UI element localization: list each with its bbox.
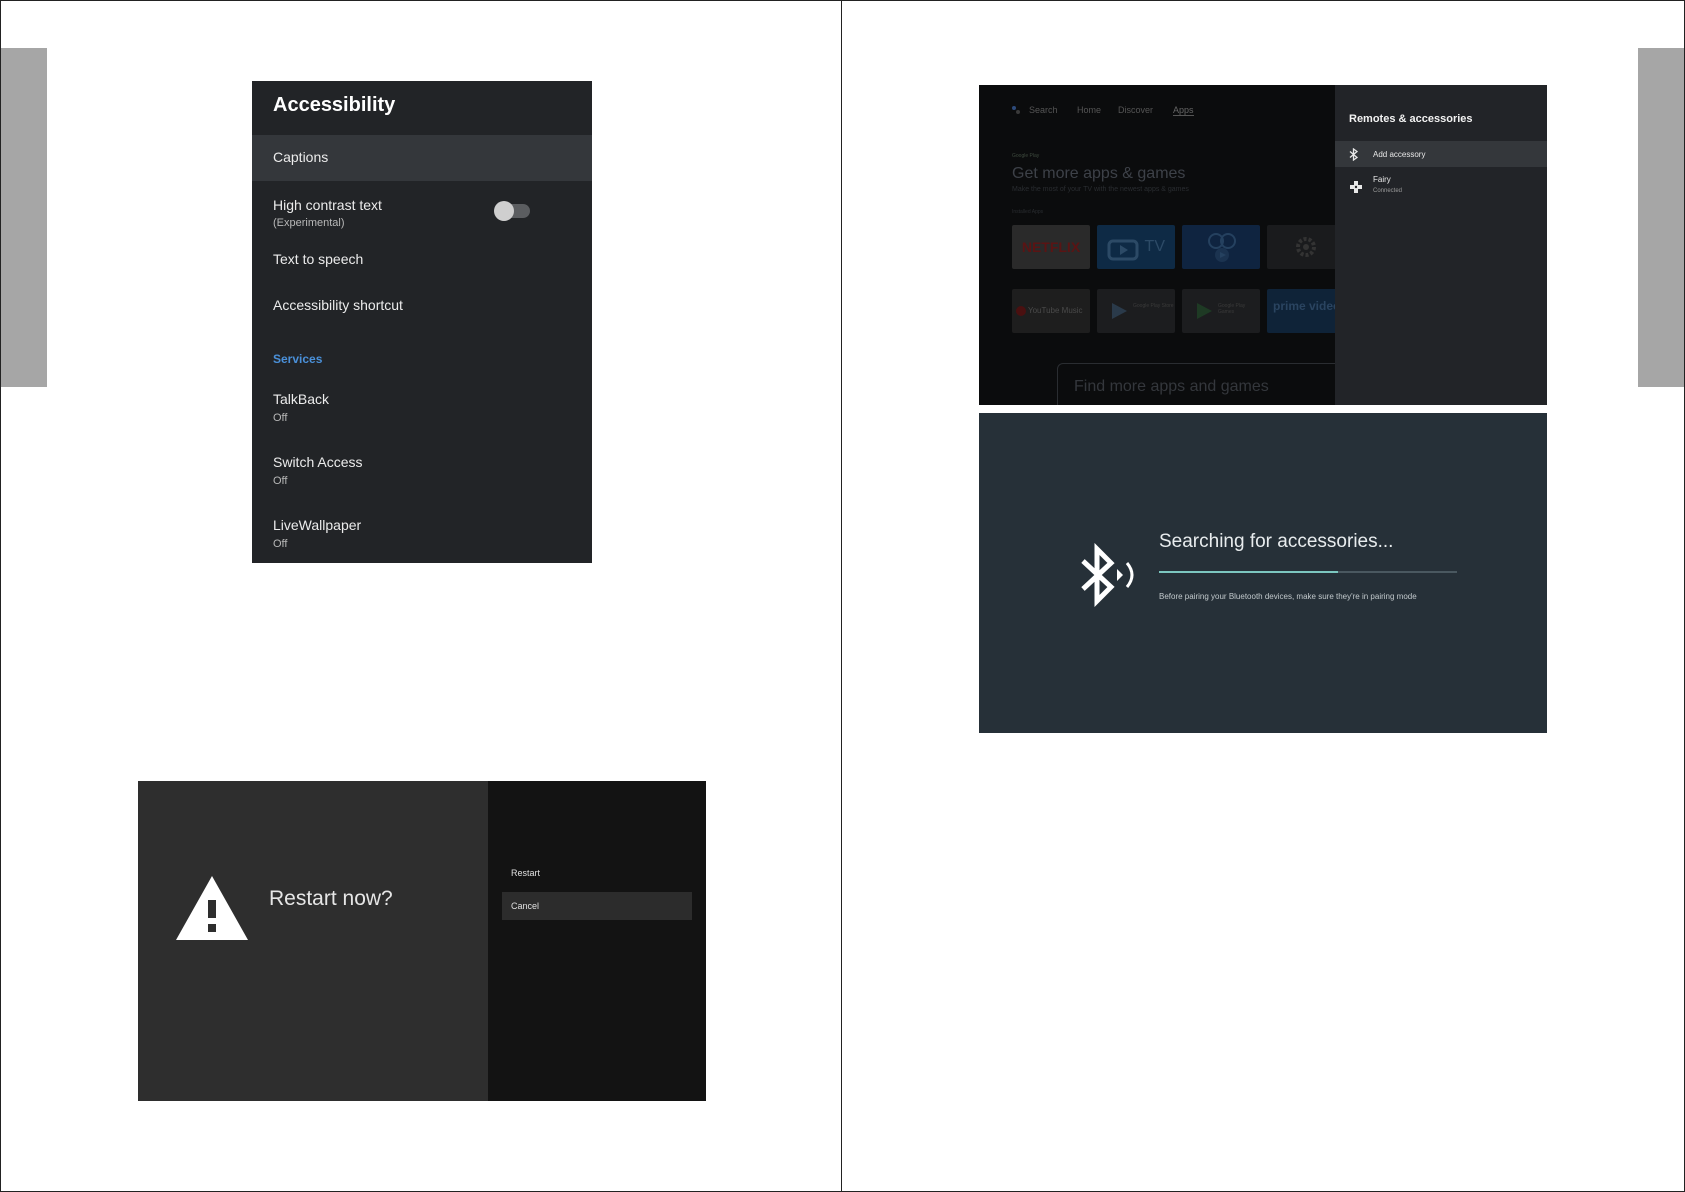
kids-app-icon	[1208, 233, 1236, 262]
search-progress-fill	[1159, 571, 1338, 573]
google-play-label: Google Play	[1012, 153, 1040, 159]
restart-button[interactable]: Restart	[502, 859, 692, 887]
toggle-knob	[494, 201, 514, 221]
high-contrast-item[interactable]: High contrast text (Experimental)	[252, 181, 592, 241]
shortcut-label: Accessibility shortcut	[273, 297, 403, 313]
app-tile-label: YouTube Music	[1028, 306, 1083, 315]
service-status: Off	[273, 538, 288, 550]
warning-icon	[176, 876, 248, 940]
play-store-icon	[1112, 303, 1127, 319]
restart-options-panel: Restart Cancel	[488, 781, 706, 1101]
find-more-apps-button[interactable]: Find more apps and games	[1057, 363, 1347, 405]
app-tile-kids[interactable]	[1182, 225, 1260, 269]
high-contrast-label: High contrast text	[273, 197, 382, 213]
app-tile-play-games[interactable]: Google Play Games	[1182, 289, 1260, 333]
remotes-panel: Remotes & accessories Add accessory Fair…	[1335, 85, 1547, 405]
service-item-livewallpaper[interactable]: LiveWallpaper Off	[252, 507, 592, 563]
app-tile-label: Google Play Store	[1133, 303, 1174, 309]
bluetooth-searching-icon	[1081, 543, 1134, 607]
captions-item[interactable]: Captions	[252, 135, 592, 181]
services-header: Services	[273, 352, 323, 366]
gear-icon	[1296, 237, 1316, 257]
service-item-switch-access[interactable]: Switch Access Off	[252, 444, 592, 504]
app-tile-netflix[interactable]: NETFLIX	[1012, 225, 1090, 269]
pairing-hint: Before pairing your Bluetooth devices, m…	[1159, 592, 1417, 601]
remotes-title: Remotes & accessories	[1349, 113, 1473, 125]
search-progress-bar	[1159, 571, 1457, 573]
add-accessory-item[interactable]: Add accessory	[1335, 141, 1547, 167]
tv-icon	[1107, 239, 1139, 261]
play-games-icon	[1197, 303, 1212, 319]
restart-title: Restart now?	[269, 887, 393, 910]
page-edge-tab	[1638, 48, 1684, 387]
page-edge-tab	[1, 48, 47, 387]
apps-description: Make the most of your TV with the newest…	[1012, 186, 1189, 193]
service-label: TalkBack	[273, 391, 330, 407]
app-tile-tv[interactable]: TV	[1097, 225, 1175, 269]
left-page: Accessibility Captions High contrast tex…	[0, 0, 842, 1192]
nav-home[interactable]: Home	[1077, 105, 1101, 115]
tts-item[interactable]: Text to speech	[252, 241, 592, 287]
tts-label: Text to speech	[273, 251, 364, 267]
service-status: Off	[273, 475, 288, 487]
apps-headline: Get more apps & games	[1012, 165, 1186, 182]
service-label: LiveWallpaper	[273, 517, 362, 533]
service-label: Switch Access	[273, 454, 363, 470]
accessibility-panel: Accessibility Captions High contrast tex…	[252, 81, 592, 563]
bluetooth-icon	[1349, 148, 1359, 161]
searching-title: Searching for accessories...	[1159, 531, 1394, 552]
fairy-device-item[interactable]: Fairy Connected	[1335, 173, 1547, 203]
google-assistant-icon	[1012, 106, 1020, 114]
restart-dialog: Restart now? Restart Cancel	[138, 781, 706, 1101]
app-tile-label: Google Play Games	[1218, 303, 1246, 315]
gamepad-icon	[1350, 181, 1362, 193]
app-tile-settings[interactable]	[1267, 225, 1345, 269]
home-screen-screenshot: Search Home Discover Apps Google Play Ge…	[979, 85, 1547, 405]
add-accessory-label: Add accessory	[1373, 150, 1426, 159]
service-item-talkback[interactable]: TalkBack Off	[252, 381, 592, 441]
fairy-status: Connected	[1373, 188, 1403, 194]
nav-apps[interactable]: Apps	[1173, 105, 1194, 116]
searching-accessories-screen: Searching for accessories... Before pair…	[979, 413, 1547, 733]
app-tile-play-store[interactable]: Google Play Store	[1097, 289, 1175, 333]
high-contrast-sub: (Experimental)	[273, 217, 345, 229]
installed-apps-label: Installed Apps	[1012, 209, 1044, 215]
app-tile-label: TV	[1144, 238, 1165, 255]
fairy-label: Fairy	[1373, 175, 1391, 184]
nav-search[interactable]: Search	[1029, 105, 1058, 115]
app-tile-prime-video[interactable]: prime video	[1267, 289, 1345, 333]
captions-label: Captions	[273, 149, 329, 165]
high-contrast-toggle[interactable]	[494, 201, 530, 221]
shortcut-item[interactable]: Accessibility shortcut	[252, 287, 592, 333]
right-page: Search Home Discover Apps Google Play Ge…	[841, 0, 1685, 1192]
service-status: Off	[273, 412, 288, 424]
accessibility-title: Accessibility	[273, 94, 396, 116]
cancel-button[interactable]: Cancel	[502, 892, 692, 920]
app-tile-youtube-music[interactable]: YouTube Music	[1012, 289, 1090, 333]
youtube-music-icon	[1016, 306, 1026, 316]
nav-discover[interactable]: Discover	[1118, 105, 1153, 115]
